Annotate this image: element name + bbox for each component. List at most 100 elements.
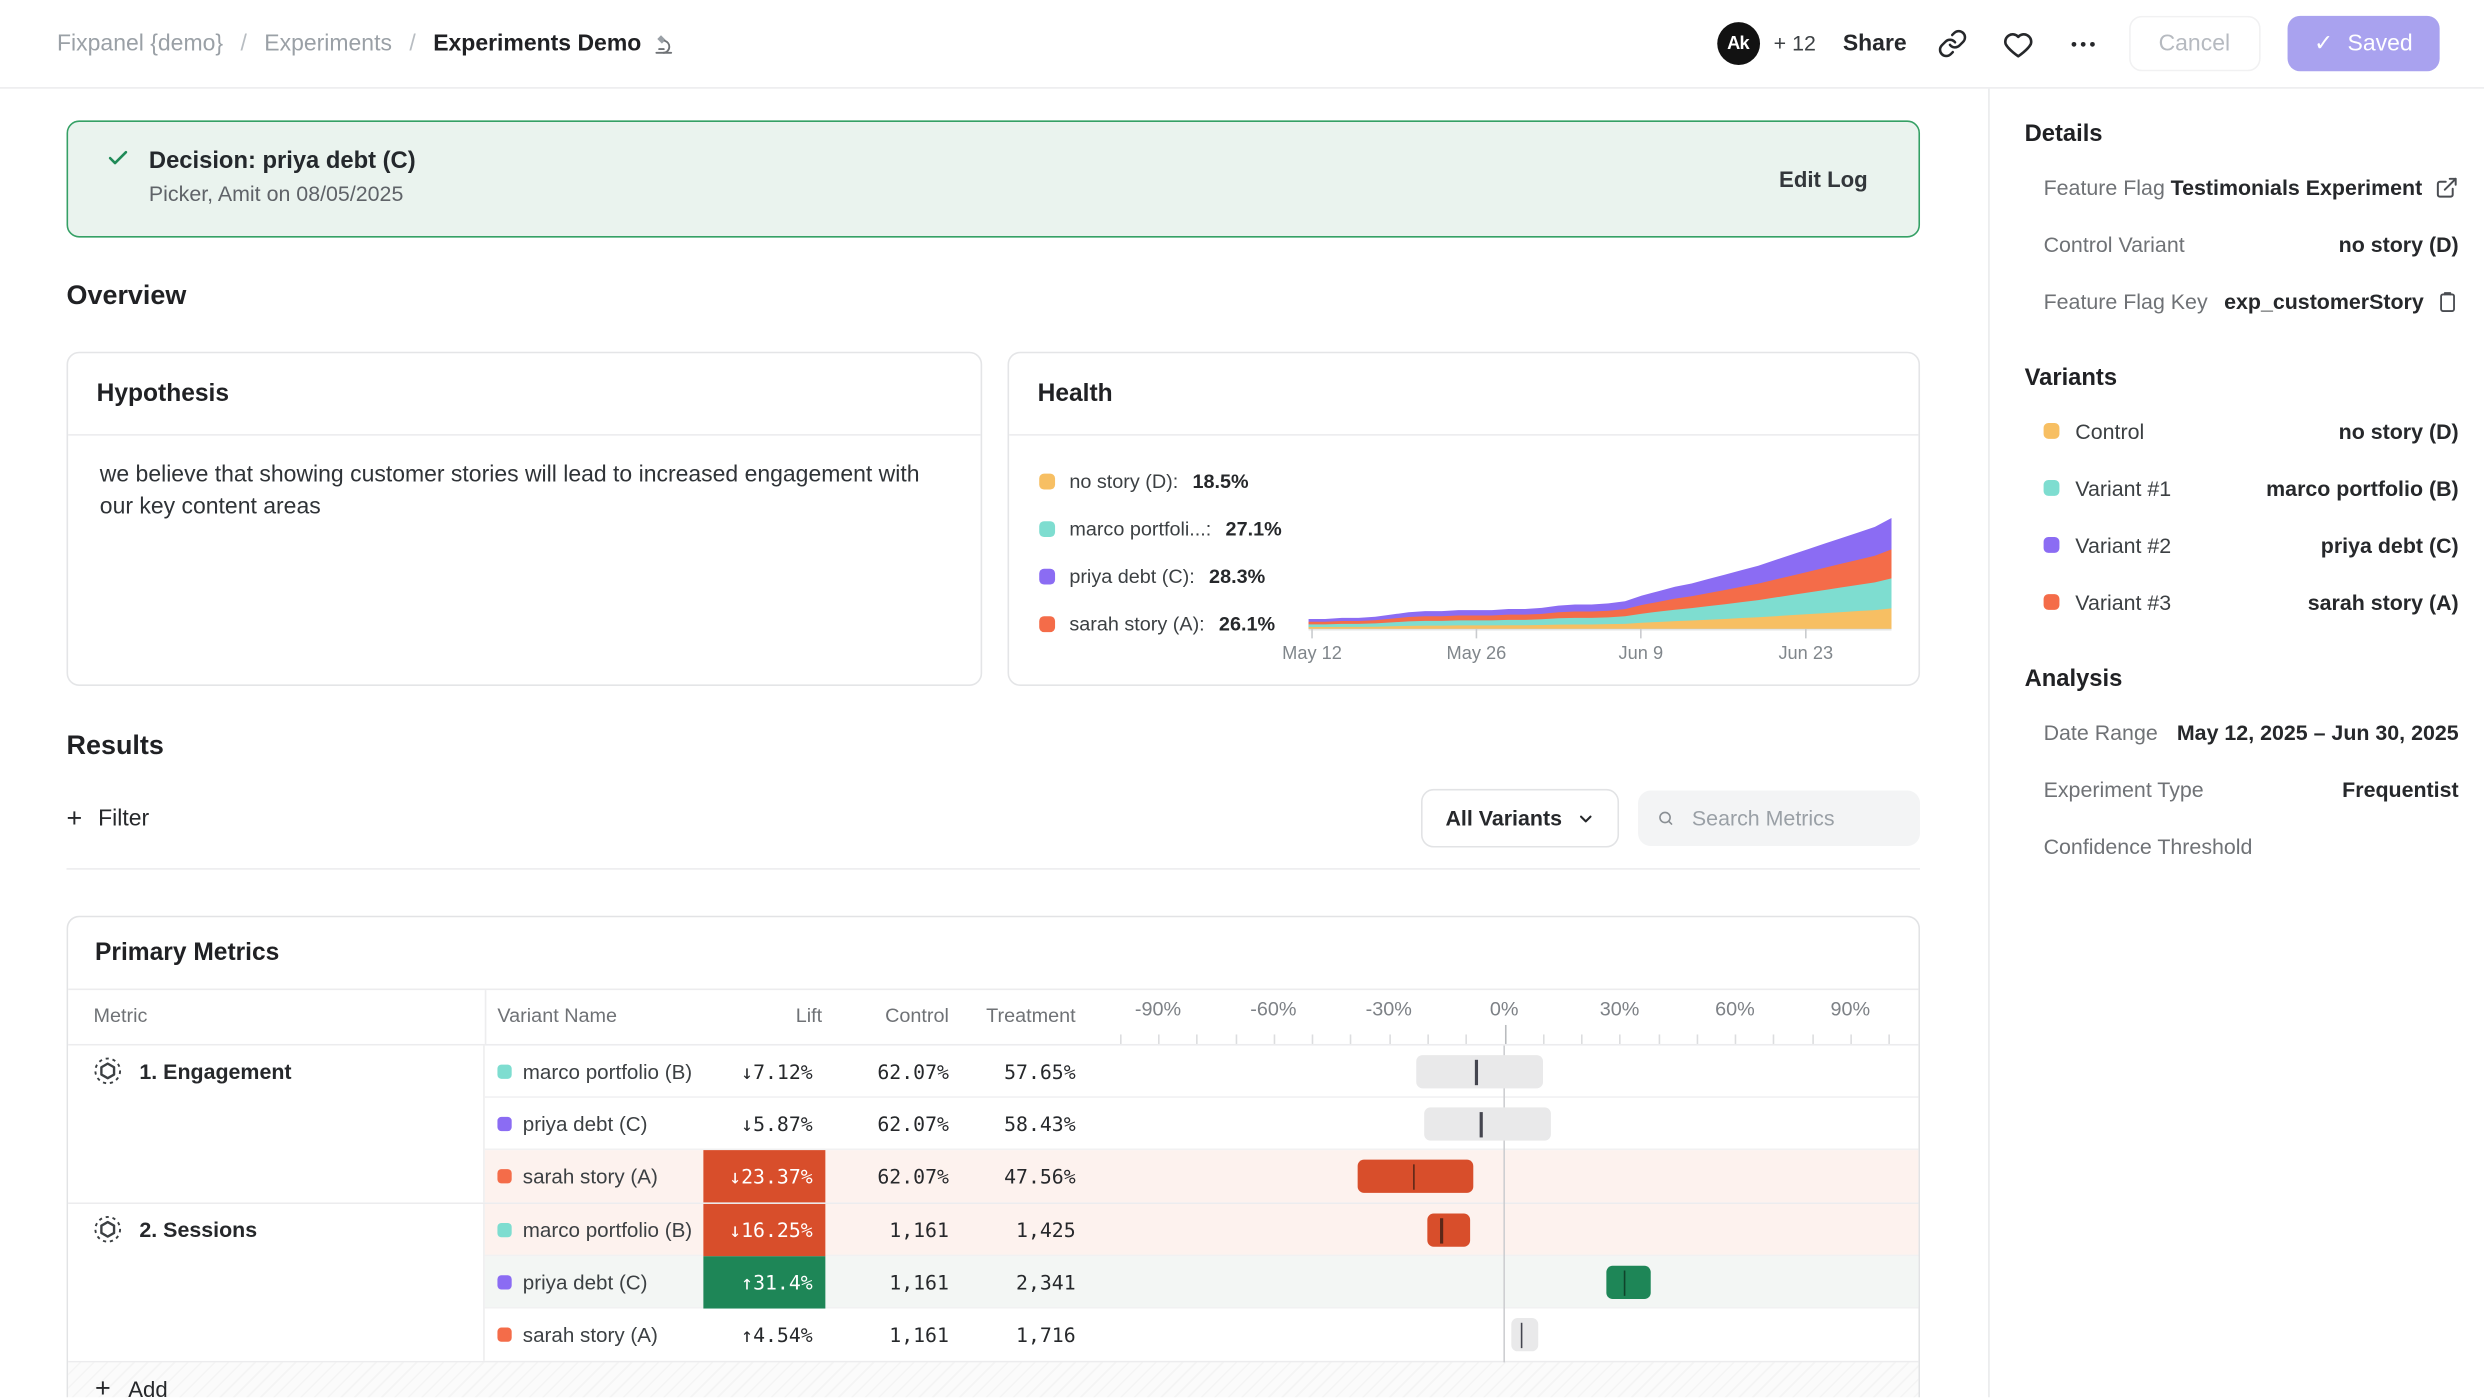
sidebar-row-details: Control Variantno story (D) bbox=[2044, 228, 2459, 260]
search-metrics-input[interactable] bbox=[1689, 805, 1901, 832]
health-legend-item: priya debt (C):28.3% bbox=[1039, 553, 1282, 601]
sidebar-heading-analysis: Analysis bbox=[2025, 665, 2459, 692]
favorite-heart-icon[interactable] bbox=[1999, 25, 2037, 63]
legend-label: sarah story (A): bbox=[1069, 613, 1204, 635]
lift-axis-tick bbox=[1735, 1034, 1737, 1044]
sidebar-row-label: Date Range bbox=[2044, 720, 2158, 744]
confidence-interval-bar bbox=[1358, 1160, 1473, 1193]
treatment-value: 47.56% bbox=[955, 1150, 1075, 1202]
lift-axis-tick bbox=[1312, 1034, 1314, 1044]
variants-dropdown[interactable]: All Variants bbox=[1422, 789, 1619, 848]
control-value: 62.07% bbox=[838, 1098, 949, 1150]
health-area-chart bbox=[1309, 518, 1892, 642]
external-link-icon[interactable] bbox=[2435, 175, 2459, 199]
variant-color-chip bbox=[497, 1275, 511, 1289]
saved-button[interactable]: ✓ Saved bbox=[2287, 16, 2440, 71]
confidence-interval-cell bbox=[1111, 1309, 1921, 1361]
lift-axis-label: -30% bbox=[1341, 998, 1436, 1020]
health-x-tick-label: May 26 bbox=[1429, 645, 1524, 664]
treatment-value: 2,341 bbox=[955, 1256, 1075, 1308]
cancel-button[interactable]: Cancel bbox=[2128, 16, 2260, 71]
metric-target-icon bbox=[93, 1215, 122, 1244]
health-chart-x-axis: May 12May 26Jun 9Jun 23 bbox=[1309, 645, 1892, 670]
metric-cell[interactable]: 2. Sessions bbox=[68, 1204, 485, 1361]
sidebar-row-value: marco portfolio (B) bbox=[2266, 476, 2458, 500]
variant-name: priya debt (C) bbox=[523, 1098, 648, 1150]
sidebar-row-analysis: Confidence Threshold bbox=[2044, 830, 2459, 862]
edit-log-button[interactable]: Edit Log bbox=[1779, 166, 1868, 191]
sidebar-row-value: May 12, 2025 – Jun 30, 2025 bbox=[2177, 720, 2459, 744]
search-metrics-box bbox=[1638, 791, 1920, 846]
legend-value: 18.5% bbox=[1193, 471, 1249, 493]
more-options-icon[interactable] bbox=[2064, 25, 2102, 63]
decision-subtitle: Picker, Amit on 08/05/2025 bbox=[149, 179, 416, 211]
decision-text: Decision: priya debt (C) Picker, Amit on… bbox=[149, 147, 416, 210]
confidence-interval-center-tick bbox=[1480, 1111, 1482, 1136]
filter-label: Filter bbox=[98, 806, 149, 831]
metric-group: 1. Engagementmarco portfolio (B)↓7.12%62… bbox=[68, 1046, 1918, 1204]
confidence-interval-center-tick bbox=[1520, 1322, 1522, 1347]
control-value: 62.07% bbox=[838, 1046, 949, 1098]
lift-axis-tick bbox=[1466, 1034, 1468, 1044]
variant-color-chip bbox=[497, 1169, 511, 1183]
plus-icon: + bbox=[67, 807, 83, 829]
legend-label: marco portfoli...: bbox=[1069, 518, 1211, 540]
lift-value: ↓23.37% bbox=[703, 1150, 825, 1202]
legend-color-chip bbox=[1039, 521, 1055, 537]
lift-axis-label: 0% bbox=[1457, 998, 1552, 1020]
confidence-interval-bar bbox=[1606, 1266, 1650, 1299]
breadcrumb-item[interactable]: Experiments Demo bbox=[433, 31, 674, 56]
metric-cell[interactable]: 1. Engagement bbox=[68, 1046, 485, 1203]
breadcrumb: Fixpanel {demo}/Experiments/Experiments … bbox=[57, 31, 675, 56]
lift-axis-tick bbox=[1889, 1034, 1891, 1044]
sidebar-row-label: Control Variant bbox=[2044, 232, 2185, 256]
hypothesis-card: Hypothesis we believe that showing custo… bbox=[67, 352, 983, 686]
lift-axis-tick bbox=[1273, 1034, 1275, 1044]
metric-group: 2. Sessionsmarco portfolio (B)↓16.25%1,1… bbox=[68, 1204, 1918, 1362]
control-value: 62.07% bbox=[838, 1150, 949, 1202]
sidebar-row-label: Control bbox=[2075, 419, 2144, 443]
lift-axis-tick bbox=[1658, 1034, 1660, 1044]
chevron-down-icon bbox=[1576, 809, 1595, 828]
microscope-icon bbox=[652, 32, 674, 56]
variant-color-chip bbox=[2044, 594, 2060, 610]
confidence-interval-cell bbox=[1111, 1098, 1921, 1150]
share-button[interactable]: Share bbox=[1843, 31, 1907, 56]
lift-value: ↑31.4% bbox=[703, 1256, 825, 1308]
confidence-interval-center-tick bbox=[1413, 1164, 1415, 1189]
lift-axis-tick bbox=[1696, 1034, 1698, 1044]
col-variant-name: Variant Name bbox=[497, 1004, 617, 1026]
sidebar-row-value: no story (D) bbox=[2339, 419, 2459, 443]
variants-dropdown-label: All Variants bbox=[1445, 806, 1562, 830]
variant-name: priya debt (C) bbox=[523, 1256, 648, 1308]
legend-value: 27.1% bbox=[1226, 518, 1282, 540]
collaborators-count[interactable]: + 12 bbox=[1774, 32, 1816, 56]
legend-color-chip bbox=[1039, 569, 1055, 585]
add-filter-button[interactable]: + Filter bbox=[67, 806, 150, 831]
lift-axis-tick bbox=[1350, 1034, 1352, 1044]
health-chart: May 12May 26Jun 9Jun 23 bbox=[1309, 518, 1892, 670]
health-legend-item: sarah story (A): 26.1% bbox=[1039, 600, 1282, 648]
col-control: Control bbox=[838, 1004, 949, 1026]
sidebar-row-label: Variant #1 bbox=[2075, 476, 2171, 500]
results-divider bbox=[67, 868, 1920, 870]
add-metric-button[interactable]: + Add bbox=[68, 1362, 1918, 1397]
sidebar-row-label: Variant #2 bbox=[2075, 533, 2171, 557]
add-label: Add bbox=[128, 1377, 167, 1398]
breadcrumb-item[interactable]: Experiments bbox=[264, 31, 392, 56]
lift-axis-tick bbox=[1581, 1034, 1583, 1044]
top-bar-actions: Ak + 12 Share Cancel ✓ Saved bbox=[1717, 16, 2440, 71]
legend-value: 26.1% bbox=[1219, 613, 1275, 635]
breadcrumb-item[interactable]: Fixpanel {demo} bbox=[57, 31, 223, 56]
lift-axis-tick bbox=[1427, 1034, 1429, 1044]
legend-value: 28.3% bbox=[1209, 566, 1265, 588]
sidebar-row-label: Confidence Threshold bbox=[2044, 834, 2253, 858]
search-icon bbox=[1657, 806, 1674, 830]
sidebar-row-label: Feature Flag bbox=[2044, 175, 2165, 199]
variant-color-chip bbox=[497, 1065, 511, 1079]
sidebar-row-analysis: Experiment TypeFrequentist bbox=[2044, 773, 2459, 805]
copy-icon[interactable] bbox=[2436, 289, 2458, 313]
link-icon[interactable] bbox=[1934, 25, 1972, 63]
avatar[interactable]: Ak bbox=[1717, 22, 1760, 65]
primary-metrics-card: Primary Metrics Metric Variant Name Lift… bbox=[67, 916, 1920, 1398]
